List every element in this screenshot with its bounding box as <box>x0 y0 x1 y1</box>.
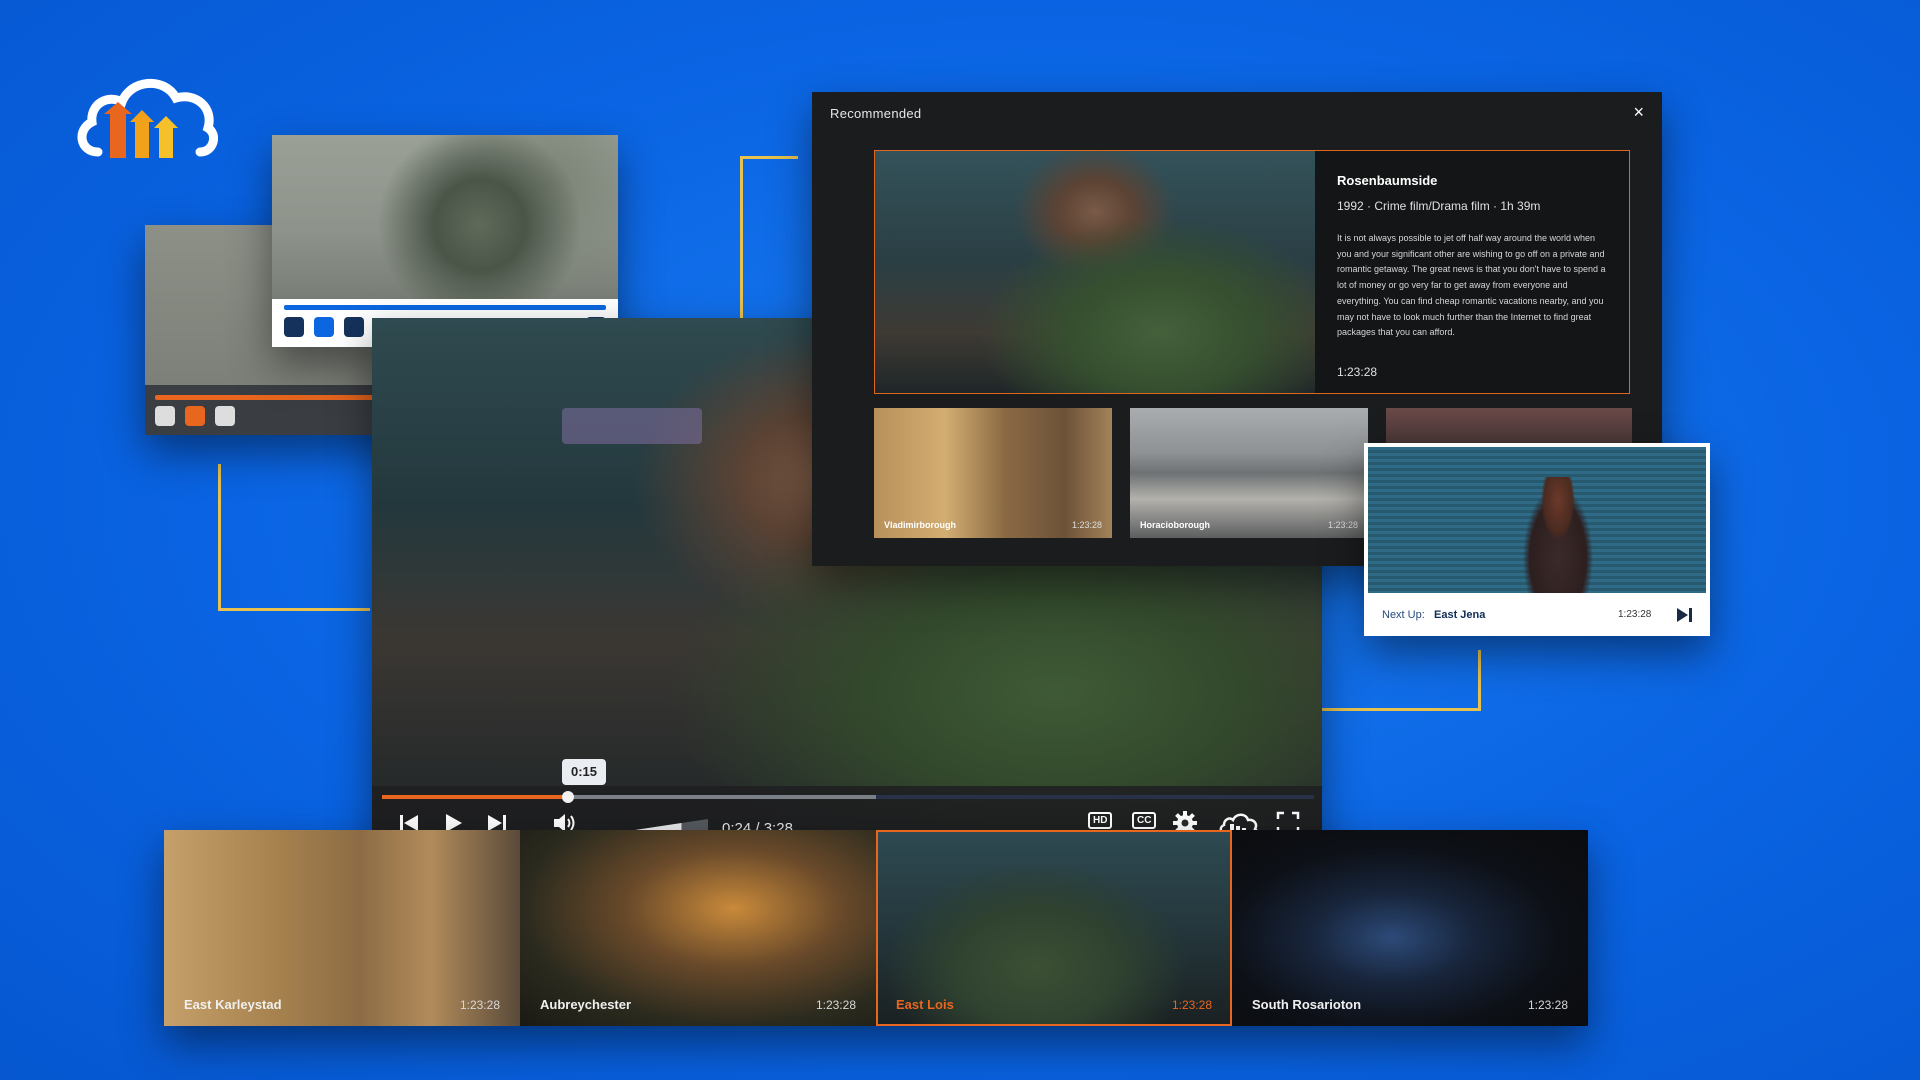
control-button[interactable] <box>344 317 364 337</box>
cloud-logo-icon <box>74 66 219 166</box>
hd-icon[interactable]: HD <box>1088 812 1113 829</box>
playlist-item-duration: 1:23:28 <box>1171 998 1212 1012</box>
close-icon[interactable]: × <box>1633 102 1644 123</box>
playlist-item-title: East Lois <box>896 997 954 1012</box>
thumbnail-title: Vladimirborough <box>884 520 956 530</box>
featured-meta: 1992 · Crime film/Drama film · 1h 39m <box>1337 199 1541 213</box>
featured-description: It is not always possible to jet off hal… <box>1337 233 1606 338</box>
playlist-item-active[interactable]: East Lois 1:23:28 <box>876 830 1232 1026</box>
playlist-item-title: Aubreychester <box>540 997 632 1012</box>
control-button[interactable] <box>215 406 235 426</box>
video-thumbnail <box>272 135 618 299</box>
playlist-item-title: East Karleystad <box>184 997 282 1012</box>
thumbnail-duration: 1:23:28 <box>1327 520 1358 530</box>
next-up-title: East Jena <box>1434 609 1486 621</box>
next-up-card[interactable]: Next Up: East Jena 1:23:28 <box>1364 443 1710 636</box>
scrub-handle[interactable] <box>562 791 575 803</box>
featured-video-card[interactable]: Rosenbaumside 1992 · Crime film/Drama fi… <box>874 150 1630 394</box>
skip-next-icon[interactable] <box>1674 605 1694 630</box>
playlist-item[interactable]: South Rosarioton 1:23:28 <box>1232 830 1588 1026</box>
thumbnail-subject <box>1518 477 1598 593</box>
control-button[interactable] <box>284 317 304 337</box>
scrub-time-tooltip: 0:15 <box>562 759 606 785</box>
control-button[interactable] <box>314 317 334 337</box>
progress-bar[interactable] <box>284 305 606 310</box>
background-sign <box>562 408 702 444</box>
playlist-strip: East Karleystad 1:23:28 Aubreychester 1:… <box>164 830 1588 1026</box>
hd-label: HD <box>1088 812 1113 829</box>
connector-line <box>218 608 370 611</box>
next-up-thumbnail[interactable] <box>1368 447 1706 593</box>
playlist-item-duration: 1:23:28 <box>459 998 500 1012</box>
connector-line <box>1478 650 1481 711</box>
progress-track[interactable]: 0:15 <box>382 759 1314 803</box>
connector-line <box>740 156 743 336</box>
thumbnail-title: Horacioborough <box>1140 520 1210 530</box>
playlist-item[interactable]: Aubreychester 1:23:28 <box>520 830 876 1026</box>
next-up-label: Next Up: <box>1382 609 1425 621</box>
thumbnail-duration: 1:23:28 <box>1071 520 1102 530</box>
playlist-item[interactable]: East Karleystad 1:23:28 <box>164 830 520 1026</box>
featured-thumbnail[interactable] <box>875 151 1315 393</box>
cc-label: CC <box>1132 812 1157 829</box>
progress-fill <box>382 795 569 799</box>
control-button[interactable] <box>185 406 205 426</box>
featured-duration: 1:23:28 <box>1337 365 1378 379</box>
connector-line <box>218 464 221 610</box>
panel-title: Recommended <box>830 106 922 121</box>
playlist-item-duration: 1:23:28 <box>815 998 856 1012</box>
recommended-thumbnail[interactable]: Vladimirborough 1:23:28 <box>874 408 1112 538</box>
cc-icon[interactable]: CC <box>1132 812 1157 829</box>
control-button[interactable] <box>155 406 175 426</box>
playlist-item-title: South Rosarioton <box>1252 997 1362 1012</box>
recommended-thumbnail[interactable]: Horacioborough 1:23:28 <box>1130 408 1368 538</box>
next-up-duration: 1:23:28 <box>1618 609 1652 620</box>
playlist-item-duration: 1:23:28 <box>1527 998 1568 1012</box>
mini-player-light <box>272 135 618 347</box>
featured-info: Rosenbaumside 1992 · Crime film/Drama fi… <box>1337 151 1627 393</box>
featured-title: Rosenbaumside <box>1337 173 1438 188</box>
connector-line <box>740 156 798 159</box>
